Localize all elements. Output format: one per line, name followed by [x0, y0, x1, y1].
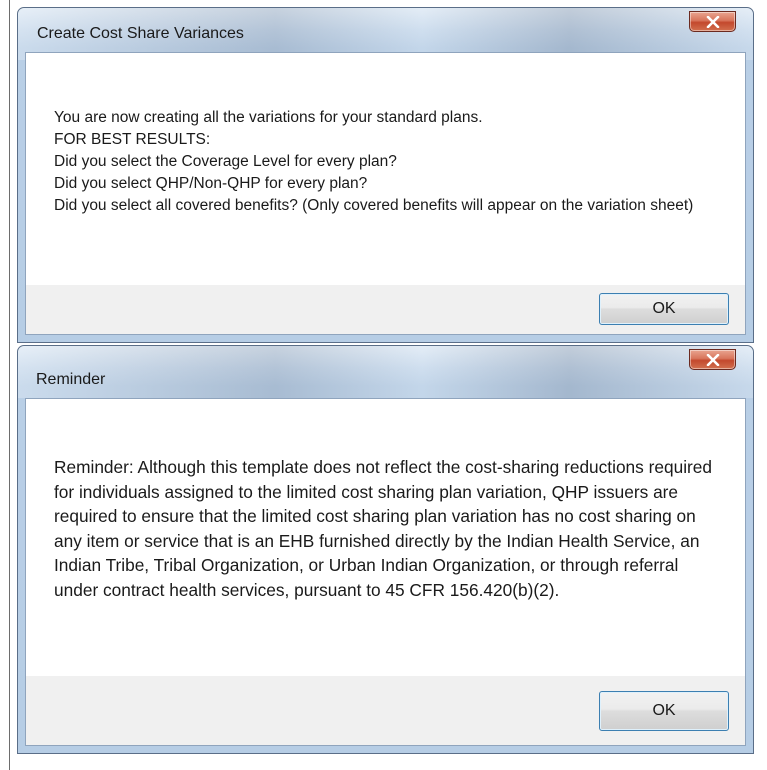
dialog-body: Reminder: Although this template does no… [25, 398, 746, 746]
close-button[interactable] [689, 11, 736, 32]
cost-share-variances-dialog: Create Cost Share Variances You are now … [17, 7, 754, 343]
dialog-message: Reminder: Although this template does no… [54, 457, 713, 600]
titlebar-glass [18, 346, 753, 398]
dialog-title: Create Cost Share Variances [37, 25, 244, 42]
dialog-message: You are now creating all the variations … [54, 109, 694, 214]
dialog-footer: OK [26, 285, 745, 334]
background-window-edge [9, 0, 10, 770]
close-x-icon [706, 353, 719, 366]
close-button[interactable] [689, 349, 736, 370]
ok-button[interactable]: OK [599, 691, 729, 731]
close-x-icon [706, 15, 719, 28]
reminder-dialog: Reminder Reminder: Although this templat… [17, 345, 754, 754]
dialog-body: You are now creating all the variations … [25, 52, 746, 335]
dialog-title: Reminder [36, 371, 106, 388]
dialog-footer: OK [26, 676, 745, 745]
ok-button[interactable]: OK [599, 293, 729, 325]
